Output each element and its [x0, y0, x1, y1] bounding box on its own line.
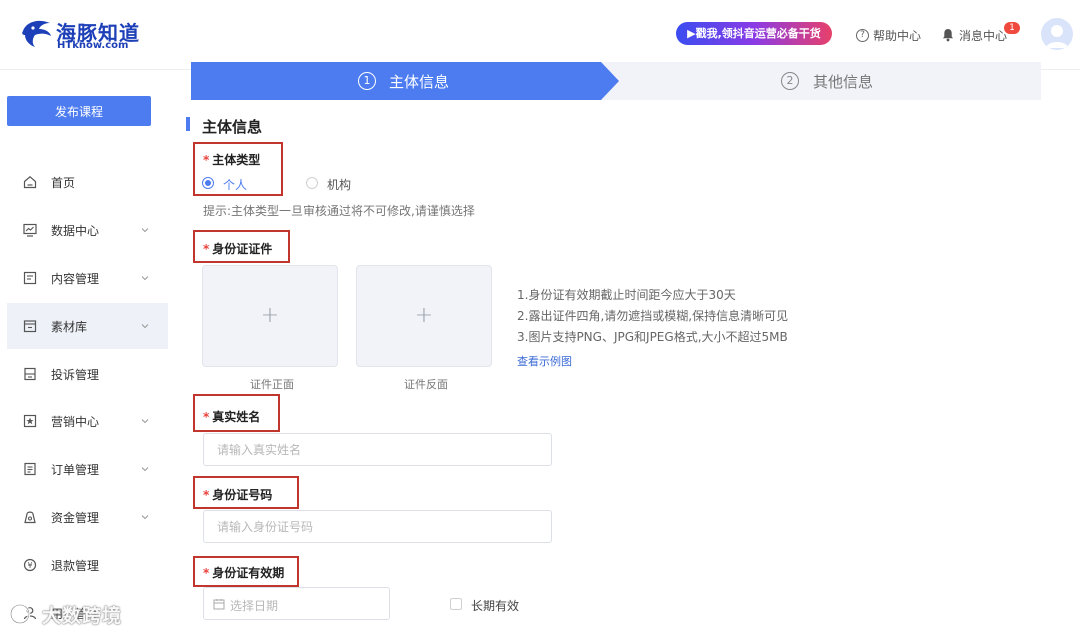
wallet-icon [24, 511, 36, 524]
logo-domain: HTknow.com [57, 40, 129, 51]
sidebar-item-material[interactable]: 素材库 [7, 303, 168, 349]
upload-back-caption: 证件反面 [404, 378, 448, 391]
content-icon [23, 271, 37, 285]
message-count-badge: 1 [1004, 22, 1020, 34]
required-mark: * [203, 410, 210, 424]
publish-course-button[interactable]: 发布课程 [7, 96, 151, 126]
long-term-checkbox[interactable] [450, 598, 462, 610]
validity-label: * 身份证有效期 [203, 564, 284, 581]
step-2-number: 2 [781, 72, 799, 90]
home-icon [23, 176, 37, 189]
sidebar-item-complaints[interactable]: 投诉管理 [7, 351, 168, 397]
logo[interactable]: 海豚知道 HTknow.com [20, 15, 140, 55]
radio-individual[interactable] [202, 177, 214, 189]
sidebar-item-content[interactable]: 内容管理 [7, 255, 168, 301]
subject-type-label: * 主体类型 [203, 151, 260, 168]
sidebar-item-refunds[interactable]: ¥ 退款管理 [7, 542, 168, 588]
sidebar-item-funds[interactable]: 资金管理 [7, 494, 168, 540]
sidebar-item-orders[interactable]: 订单管理 [7, 446, 168, 492]
complaint-icon [24, 367, 36, 381]
refund-icon: ¥ [23, 558, 37, 572]
sidebar-item-home[interactable]: 首页 [7, 159, 168, 205]
step-2-label[interactable]: 其他信息 [813, 71, 873, 92]
section-title: 主体信息 [202, 118, 263, 136]
help-center-link[interactable]: ? 帮助中心 [856, 27, 921, 43]
subject-type-hint: 提示:主体类型一旦审核通过将不可修改,请谨慎选择 [203, 204, 475, 218]
real-name-text: 真实姓名 [212, 410, 261, 424]
subject-type-text: 主体类型 [212, 153, 261, 167]
section-accent-bar [186, 117, 190, 131]
id-number-label: * 身份证号码 [203, 486, 272, 503]
watermark-logo-icon [9, 603, 31, 625]
chevron-down-icon [141, 324, 149, 329]
radio-organization[interactable] [306, 177, 318, 189]
message-label: 消息中心 [959, 28, 1008, 43]
chevron-down-icon [141, 467, 149, 472]
id-doc-text: 身份证证件 [212, 242, 273, 256]
upload-front-caption: 证件正面 [250, 378, 294, 391]
order-icon [24, 462, 36, 476]
plus-icon: + [260, 303, 280, 328]
id-number-input[interactable] [203, 510, 552, 543]
sidebar-item-label: 数据中心 [51, 223, 100, 238]
sidebar: 发布课程 首页 数据中心 内容管理 素材库 投诉管理 营销中心 订单管理 资金管… [0, 70, 168, 634]
validity-text: 身份证有效期 [212, 566, 285, 580]
requirement-item: 3.图片支持PNG、JPG和JPEG格式,大小不超过5MB [517, 330, 788, 344]
watermark: 大数跨境 [8, 600, 122, 628]
sidebar-item-label: 退款管理 [51, 558, 100, 573]
chevron-down-icon [141, 228, 149, 233]
view-example-link[interactable]: 查看示例图 [517, 353, 572, 369]
radio-organization-label[interactable]: 机构 [327, 176, 351, 193]
chevron-down-icon [141, 515, 149, 520]
question-icon: ? [856, 28, 869, 42]
upload-requirements: 1.身份证有效期截止时间距今应大于30天 2.露出证件四角,请勿遮挡或模糊,保持… [517, 285, 788, 348]
id-number-text: 身份证号码 [212, 488, 273, 502]
requirement-item: 1.身份证有效期截止时间距今应大于30天 [517, 288, 736, 302]
sidebar-item-data-center[interactable]: 数据中心 [7, 207, 168, 253]
requirement-item: 2.露出证件四角,请勿遮挡或模糊,保持信息清晰可见 [517, 309, 789, 323]
star-icon [23, 414, 37, 428]
id-doc-label: * 身份证证件 [203, 240, 272, 257]
chart-icon [23, 223, 37, 237]
real-name-label: * 真实姓名 [203, 408, 260, 425]
help-label: 帮助中心 [873, 28, 922, 43]
user-avatar-icon [1046, 25, 1068, 48]
step-progress: 1 主体信息 2 其他信息 [191, 62, 1041, 100]
message-center-link[interactable]: 消息中心 [941, 27, 1007, 43]
date-picker[interactable]: 选择日期 [203, 587, 390, 620]
bell-icon [943, 29, 953, 42]
required-mark: * [203, 153, 210, 167]
calendar-icon [213, 599, 225, 610]
sidebar-item-label: 资金管理 [51, 510, 100, 525]
chevron-down-icon [141, 419, 149, 424]
upload-front[interactable]: + [202, 265, 338, 367]
watermark-text: 大数跨境 [42, 604, 123, 627]
sidebar-item-label: 订单管理 [51, 462, 100, 477]
sidebar-item-label: 营销中心 [51, 414, 100, 429]
long-term-label[interactable]: 长期有效 [471, 597, 519, 614]
required-mark: * [203, 488, 210, 502]
required-mark: * [203, 566, 210, 580]
top-header: 海豚知道 HTknow.com ▶戳我,领抖音运营必备干货 ? 帮助中心 消息中… [0, 0, 1080, 70]
dolphin-logo-icon [22, 20, 51, 47]
sidebar-item-marketing[interactable]: 营销中心 [7, 398, 168, 444]
sidebar-item-label: 内容管理 [51, 271, 100, 286]
promo-banner[interactable]: ▶戳我,领抖音运营必备干货 [676, 22, 832, 45]
required-mark: * [203, 242, 210, 256]
radio-individual-label[interactable]: 个人 [223, 176, 247, 193]
svg-text:¥: ¥ [27, 561, 32, 570]
plus-icon: + [414, 303, 434, 328]
sidebar-item-label: 素材库 [51, 319, 88, 334]
step-1-label: 主体信息 [389, 73, 450, 91]
sidebar-item-label: 投诉管理 [51, 367, 100, 382]
avatar[interactable] [1041, 18, 1073, 50]
date-placeholder: 选择日期 [230, 599, 279, 613]
real-name-input[interactable] [203, 433, 552, 466]
chevron-down-icon [141, 276, 149, 281]
upload-back[interactable]: + [356, 265, 492, 367]
step-1-number: 1 [358, 72, 376, 90]
folder-icon [23, 320, 37, 333]
sidebar-item-label: 首页 [51, 175, 76, 190]
